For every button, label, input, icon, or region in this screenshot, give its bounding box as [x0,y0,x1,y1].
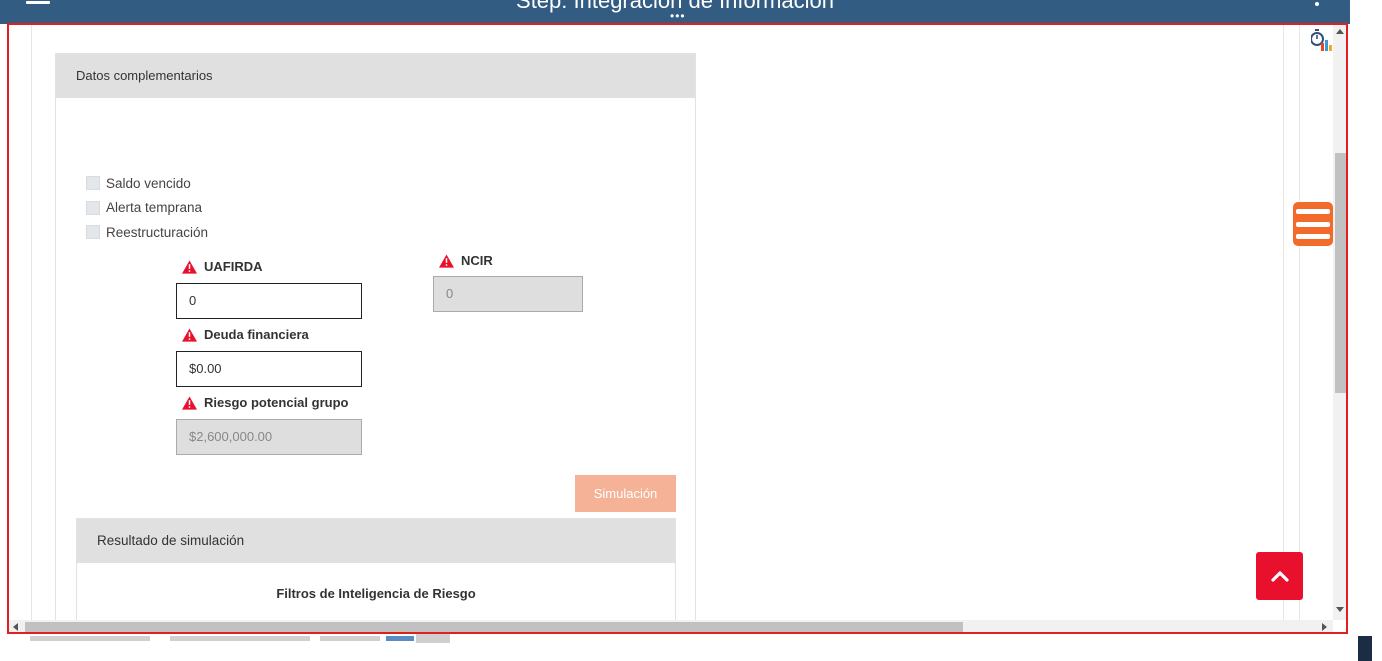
scroll-top-button[interactable] [1256,552,1303,600]
scroll-up-arrow-icon[interactable] [1336,29,1344,34]
ncir-input: 0 [433,276,583,312]
vertical-scrollbar[interactable] [1333,25,1346,620]
warning-triangle-icon [439,253,454,268]
uafirda-label: UAFIRDA [182,259,263,274]
horizontal-scrollbar[interactable] [9,620,1333,632]
checkbox-label: Saldo vencido [106,175,191,191]
more-dots-icon[interactable]: ••• [670,10,686,22]
datos-complementarios-panel: Datos complementarios Saldo vencido Aler… [55,53,696,620]
warning-triangle-icon [182,395,197,410]
scrollbar-thumb[interactable] [25,622,963,632]
hamburger-menu-icon [1296,209,1330,215]
checkbox-alerta-temprana[interactable]: Alerta temprana [86,196,208,221]
corner-mark [1358,636,1372,661]
checkbox-label: Alerta temprana [106,200,203,216]
stopwatch-chart-icon[interactable] [1311,29,1333,53]
scroll-content: Datos complementarios Saldo vencido Aler… [9,25,1333,620]
top-app-bar: Step: Integración de Información ••• [0,0,1350,24]
uafirda-input[interactable]: 0 [176,283,362,319]
side-menu-button[interactable] [1293,202,1333,246]
scrollbar-thumb[interactable] [1335,153,1346,393]
layout-guide-line [1283,25,1284,620]
bottom-status-strip [0,634,1382,661]
scroll-right-arrow-icon[interactable] [1322,623,1327,631]
deuda-financiera-input[interactable]: $0.00 [176,351,362,387]
checkbox[interactable] [86,225,100,240]
scroll-down-arrow-icon[interactable] [1336,607,1344,612]
checkbox[interactable] [86,200,100,215]
panel-header: Datos complementarios [56,54,695,98]
layout-guide-line [31,25,32,620]
warning-triangle-icon [182,327,197,342]
kebab-menu-icon[interactable] [1315,2,1319,6]
layout-guide-line [1299,25,1300,620]
checkbox-label: Reestructuración [106,224,209,240]
content-frame: Datos complementarios Saldo vencido Aler… [7,23,1348,634]
checkbox-group: Saldo vencido Alerta temprana Reestructu… [86,171,208,245]
warning-triangle-icon [182,259,197,274]
riesgo-potencial-label: Riesgo potencial grupo [182,395,348,410]
scroll-left-arrow-icon[interactable] [13,623,18,631]
checkbox-saldo-vencido[interactable]: Saldo vencido [86,171,208,196]
deuda-financiera-label: Deuda financiera [182,327,309,342]
result-subtitle: Filtros de Inteligencia de Riesgo [276,586,476,601]
ncir-label: NCIR [439,253,493,268]
simulacion-button[interactable]: Simulación [575,475,676,512]
chevron-up-icon [1270,571,1289,582]
checkbox[interactable] [86,176,100,191]
riesgo-potencial-input: $2,600,000.00 [176,419,362,455]
resultado-simulacion-panel: Resultado de simulación Filtros de Intel… [76,518,676,620]
checkbox-reestructuracion[interactable]: Reestructuración [86,220,208,245]
result-header: Resultado de simulación [77,519,675,563]
